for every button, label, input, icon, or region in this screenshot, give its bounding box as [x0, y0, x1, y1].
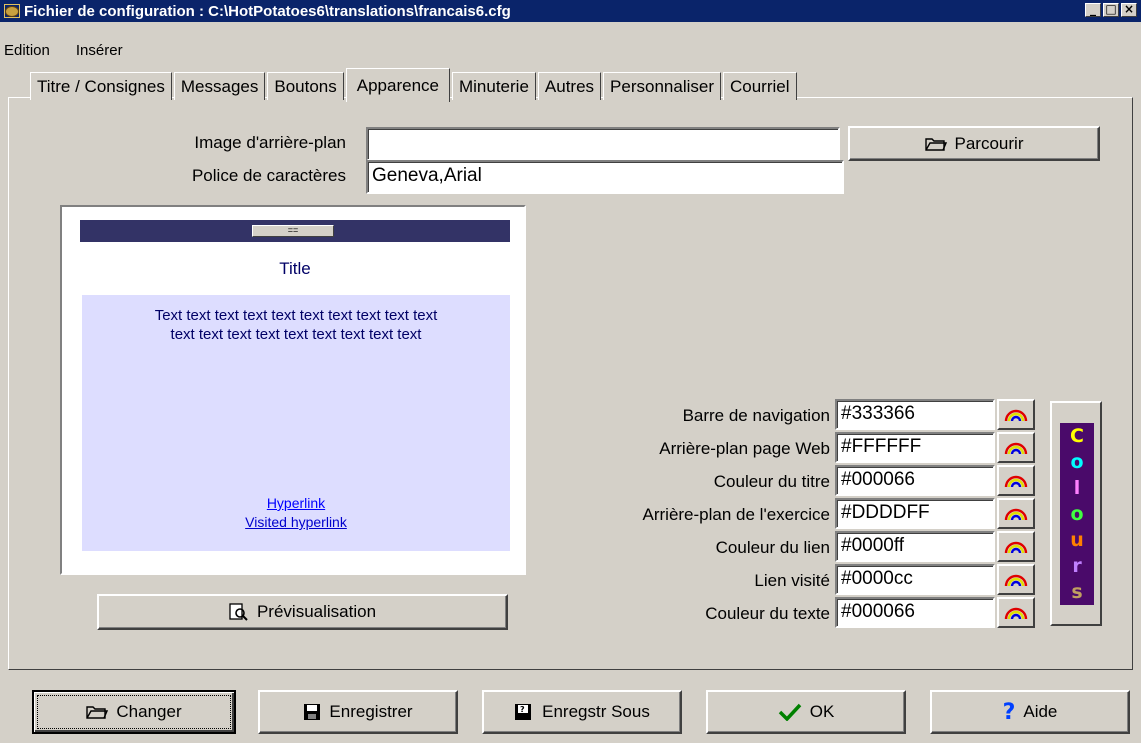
rainbow-icon — [1004, 541, 1028, 553]
magnifier-page-icon — [229, 603, 248, 621]
color-picker-visited-link[interactable] — [997, 564, 1035, 595]
folder-open-icon — [86, 706, 109, 719]
color-picker-link[interactable] — [997, 531, 1035, 562]
preview-nav-button: == — [252, 225, 334, 237]
help-button-label: Aide — [1023, 702, 1058, 721]
color-label-text: Couleur du texte — [705, 604, 830, 623]
preview-visited-hyperlink: Visited hyperlink — [245, 514, 347, 530]
font-field[interactable]: Geneva,Arial — [366, 160, 844, 194]
color-picker-text[interactable] — [997, 597, 1035, 628]
color-label-link: Couleur du lien — [715, 538, 830, 557]
help-button[interactable]: ? Aide — [930, 690, 1130, 734]
tab-personnaliser[interactable]: Personnaliser — [603, 72, 721, 100]
colours-letter: l — [1073, 476, 1081, 499]
color-field-navbar[interactable]: #333366 — [835, 399, 995, 430]
save-as-button-label: Enregstr Sous — [542, 702, 650, 721]
tab-apparence[interactable]: Apparence — [345, 68, 450, 102]
color-picker-navbar[interactable] — [997, 399, 1035, 430]
tab-autres[interactable]: Autres — [537, 72, 602, 100]
rainbow-icon — [1004, 574, 1028, 586]
background-image-field[interactable] — [366, 127, 840, 161]
hot-potatoes-icon — [4, 4, 20, 18]
color-label-title: Couleur du titre — [713, 472, 830, 491]
menu-edition[interactable]: Edition — [0, 42, 54, 62]
change-button[interactable]: Changer — [32, 690, 236, 734]
folder-icon — [924, 137, 947, 151]
color-picker-exercise-bg[interactable] — [997, 498, 1035, 529]
colours-letter: C — [1070, 424, 1084, 447]
background-image-label: Image d'arrière-plan — [194, 133, 346, 152]
preview-text: Text text text text text text text text … — [90, 306, 502, 344]
preview-text-line-2: text text text text text text text text … — [170, 326, 422, 343]
preview-button[interactable]: Prévisualisation — [97, 594, 508, 630]
browse-button-label: Parcourir — [954, 133, 1024, 153]
rainbow-icon — [1004, 508, 1028, 520]
color-label-navbar: Barre de navigation — [682, 406, 830, 425]
save-as-button[interactable]: ? Enregstr Sous — [482, 690, 682, 734]
tab-titre-consignes[interactable]: Titre / Consignes — [30, 72, 172, 100]
tab-boutons[interactable]: Boutons — [267, 72, 344, 100]
color-label-page-bg: Arrière-plan page Web — [659, 439, 830, 458]
colours-letter: o — [1070, 450, 1084, 473]
tab-minuterie[interactable]: Minuterie — [451, 72, 536, 100]
floppy-disk-question-icon: ? — [515, 704, 532, 720]
font-label: Police de caractères — [191, 166, 346, 185]
ok-button-label: OK — [809, 702, 835, 721]
color-field-page-bg[interactable]: #FFFFFF — [835, 432, 995, 463]
ok-button[interactable]: OK — [706, 690, 906, 734]
menu-bar: Edition Insérer — [0, 42, 127, 62]
color-field-link[interactable]: #0000ff — [835, 531, 995, 562]
close-button[interactable]: × — [1121, 3, 1137, 17]
colours-letter: r — [1072, 554, 1082, 577]
preview-button-label: Prévisualisation — [256, 602, 377, 621]
colours-letter: u — [1070, 528, 1084, 551]
colours-button[interactable]: C o l o u r s — [1050, 401, 1102, 626]
maximize-button[interactable]: □ — [1103, 3, 1119, 17]
color-label-visited-link: Lien visité — [754, 571, 830, 590]
preview-title: Title — [279, 259, 311, 278]
color-picker-page-bg[interactable] — [997, 432, 1035, 463]
save-button[interactable]: Enregistrer — [258, 690, 458, 734]
tab-strip: Titre / Consignes Messages Boutons Appar… — [30, 68, 799, 102]
color-label-exercise-bg: Arrière-plan de l'exercice — [642, 505, 831, 524]
color-picker-title[interactable] — [997, 465, 1035, 496]
title-bar[interactable]: Fichier de configuration : C:\HotPotatoe… — [0, 0, 1141, 22]
colours-letter: o — [1070, 502, 1084, 525]
tab-messages[interactable]: Messages — [173, 72, 266, 100]
color-field-text[interactable]: #000066 — [835, 597, 995, 628]
rainbow-icon — [1004, 475, 1028, 487]
preview-text-line-1: Text text text text text text text text … — [154, 307, 438, 324]
checkmark-icon — [778, 703, 802, 721]
question-mark-icon: ? — [1002, 699, 1016, 725]
change-button-label: Changer — [116, 702, 182, 721]
colours-logo: C o l o u r s — [1060, 423, 1094, 605]
color-field-title[interactable]: #000066 — [835, 465, 995, 496]
colours-letter: s — [1071, 580, 1083, 603]
svg-text:?: ? — [520, 705, 525, 714]
window-title: Fichier de configuration : C:\HotPotatoe… — [24, 2, 511, 20]
minimize-button[interactable]: _ — [1085, 3, 1101, 17]
preview-hyperlink: Hyperlink — [266, 495, 326, 511]
browse-button[interactable]: Parcourir — [848, 126, 1100, 161]
tab-courriel[interactable]: Courriel — [723, 72, 797, 100]
color-field-visited-link[interactable]: #0000cc — [835, 564, 995, 595]
rainbow-icon — [1004, 442, 1028, 454]
color-field-exercise-bg[interactable]: #DDDDFF — [835, 498, 995, 529]
rainbow-icon — [1004, 607, 1028, 619]
floppy-disk-icon — [304, 704, 321, 720]
menu-inserer[interactable]: Insérer — [72, 42, 127, 62]
save-button-label: Enregistrer — [329, 702, 413, 721]
rainbow-icon — [1004, 409, 1028, 421]
